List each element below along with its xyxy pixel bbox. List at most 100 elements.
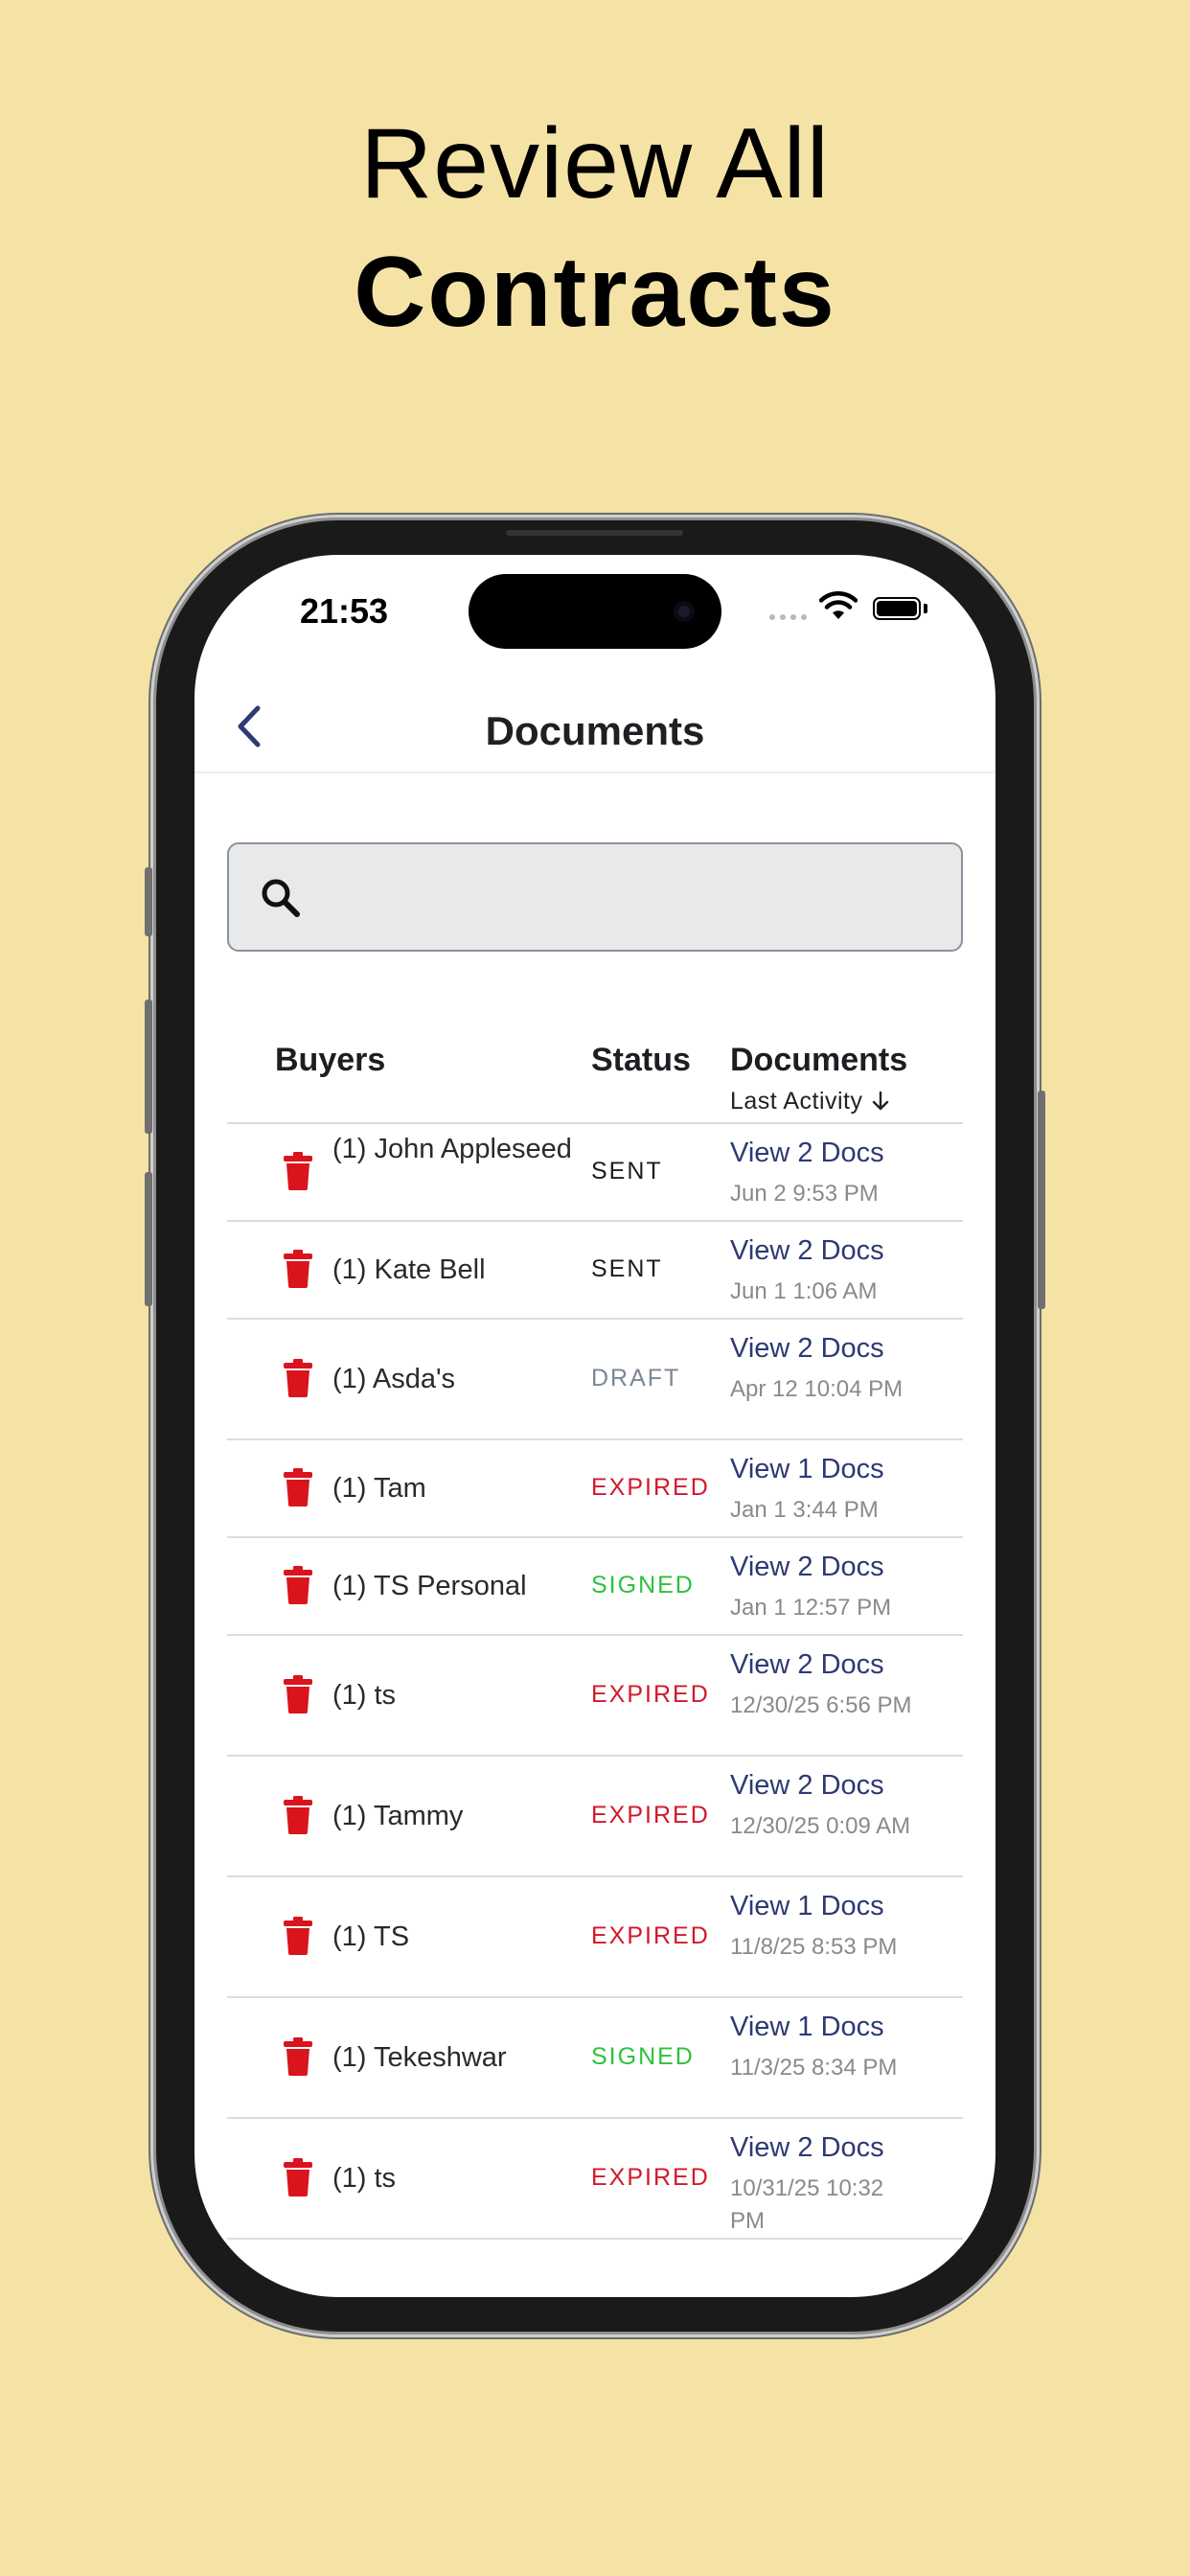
table-row: (1) Tammy EXPIRED View 2 Docs 12/30/25 0:09…	[227, 1757, 963, 1877]
view-docs-link[interactable]: View 2 Docs	[730, 1649, 884, 1681]
last-activity-date: 12/30/25 6:56 PM	[730, 1692, 912, 1718]
cellular-signal-icon	[769, 614, 807, 620]
trash-icon	[284, 1566, 312, 1604]
view-docs-link[interactable]: View 2 Docs	[730, 1552, 884, 1583]
table-body: (1) John Appleseed SENT View 2 Docs Jun 2 9…	[227, 1124, 963, 2240]
sort-label: Last Activity	[730, 1088, 863, 1115]
buyer-name: (1) John Appleseed	[332, 1134, 572, 1164]
view-docs-link[interactable]: View 2 Docs	[730, 1138, 884, 1169]
buyer-name: (1) ts	[332, 1680, 397, 1711]
phone-frame: 21:53 Documents Buyers Status Documents …	[145, 520, 1045, 2332]
sort-control[interactable]: Last Activity	[730, 1088, 889, 1116]
table-row: (1) Kate Bell SENT View 2 Docs Jun 1 1:06 A…	[227, 1222, 963, 1320]
last-activity-date: Jun 2 9:53 PM	[730, 1181, 879, 1207]
buyer-name: (1) TS	[332, 1921, 410, 1952]
buyer-name: (1) Tam	[332, 1473, 426, 1504]
battery-icon	[873, 597, 921, 620]
view-docs-link[interactable]: View 2 Docs	[730, 2132, 884, 2164]
earpiece	[506, 530, 683, 536]
trash-icon	[284, 1675, 312, 1714]
trash-icon	[284, 2037, 312, 2076]
table-row: (1) ts EXPIRED View 2 Docs 10/31/25 10:32 P…	[227, 2119, 963, 2240]
delete-button[interactable]	[283, 1565, 313, 1610]
delete-button[interactable]	[283, 1358, 313, 1403]
trash-icon	[284, 2158, 312, 2196]
status-badge: DRAFT	[591, 1365, 681, 1392]
delete-button[interactable]	[283, 1249, 313, 1294]
battery-tip	[924, 604, 927, 613]
trash-icon	[284, 1250, 312, 1288]
last-activity-date: Jun 1 1:06 AM	[730, 1278, 878, 1304]
arrow-down-icon	[872, 1091, 889, 1111]
documents-table: Buyers Status Documents Last Activity (1…	[227, 1024, 963, 2240]
camera-icon	[674, 601, 695, 622]
buyer-name: (1) Tekeshwar	[332, 2042, 507, 2073]
table-row: (1) ts EXPIRED View 2 Docs 12/30/25 6:56 PM	[227, 1636, 963, 1757]
wifi-icon	[819, 591, 858, 619]
last-activity-date: 12/30/25 0:09 AM	[730, 1813, 911, 1839]
phone-screen: 21:53 Documents Buyers Status Documents …	[195, 555, 995, 2297]
view-docs-link[interactable]: View 2 Docs	[730, 1333, 884, 1365]
status-badge: EXPIRED	[591, 1922, 710, 1949]
table-row: (1) TS EXPIRED View 1 Docs 11/8/25 8:53 PM	[227, 1877, 963, 1998]
view-docs-link[interactable]: View 1 Docs	[730, 1891, 884, 1922]
delete-button[interactable]	[283, 1467, 313, 1512]
last-activity-date: Jan 1 3:44 PM	[730, 1497, 879, 1523]
trash-icon	[284, 1917, 312, 1955]
search-input[interactable]	[315, 863, 942, 932]
trash-icon	[284, 1796, 312, 1834]
delete-button[interactable]	[283, 2157, 313, 2202]
volume-down-button	[145, 1172, 152, 1306]
trash-icon	[284, 1359, 312, 1397]
buyer-name: (1) TS Personal	[332, 1571, 527, 1601]
view-docs-link[interactable]: View 2 Docs	[730, 1770, 884, 1802]
buyer-name: (1) Tammy	[332, 1801, 464, 1831]
status-badge: EXPIRED	[591, 1681, 710, 1708]
action-button	[145, 867, 152, 936]
trash-icon	[284, 1152, 312, 1190]
status-badge: SENT	[591, 1255, 663, 1282]
dynamic-island	[469, 574, 721, 649]
last-activity-date: 11/3/25 8:34 PM	[730, 2055, 898, 2081]
search-box[interactable]	[227, 842, 963, 952]
buyer-name: (1) Asda's	[332, 1364, 456, 1394]
status-badge: SIGNED	[591, 1572, 695, 1598]
last-activity-date: Jan 1 12:57 PM	[730, 1595, 892, 1621]
table-row: (1) John Appleseed SENT View 2 Docs Jun 2 9…	[227, 1124, 963, 1222]
navigation-bar: Documents	[195, 679, 995, 773]
status-badge: EXPIRED	[591, 1802, 710, 1828]
page-title: Documents	[485, 708, 705, 753]
table-row: (1) Tam EXPIRED View 1 Docs Jan 1 3:44 PM	[227, 1440, 963, 1538]
view-docs-link[interactable]: View 1 Docs	[730, 2012, 884, 2043]
delete-button[interactable]	[283, 1151, 313, 1196]
headline-line-2: Contracts	[354, 237, 836, 348]
buyer-name: (1) ts	[332, 2163, 397, 2194]
status-badge: SIGNED	[591, 2043, 695, 2070]
column-header-buyers[interactable]: Buyers	[275, 1042, 385, 1079]
delete-button[interactable]	[283, 1916, 313, 1961]
table-row: (1) Asda's DRAFT View 2 Docs Apr 12 10:04 P…	[227, 1320, 963, 1440]
status-badge: SENT	[591, 1158, 663, 1184]
search-icon	[262, 879, 300, 917]
delete-button[interactable]	[283, 1795, 313, 1840]
view-docs-link[interactable]: View 1 Docs	[730, 1454, 884, 1485]
table-row: (1) Tekeshwar SIGNED View 1 Docs 11/3/25 8:…	[227, 1998, 963, 2119]
table-header: Buyers Status Documents Last Activity	[227, 1024, 963, 1124]
view-docs-link[interactable]: View 2 Docs	[730, 1235, 884, 1267]
status-time: 21:53	[300, 591, 389, 631]
status-badge: EXPIRED	[591, 1474, 710, 1501]
delete-button[interactable]	[283, 1674, 313, 1719]
status-badge: EXPIRED	[591, 2164, 710, 2191]
table-row: (1) TS Personal SIGNED View 2 Docs Jan 1 12…	[227, 1538, 963, 1636]
volume-up-button	[145, 1000, 152, 1134]
buyer-name: (1) Kate Bell	[332, 1254, 486, 1285]
last-activity-date: Apr 12 10:04 PM	[730, 1376, 904, 1402]
column-header-documents[interactable]: Documents	[730, 1042, 907, 1079]
last-activity-date: 11/8/25 8:53 PM	[730, 1934, 898, 1960]
last-activity-date: 10/31/25 10:32 PM	[730, 2175, 884, 2234]
power-button	[1038, 1091, 1045, 1309]
delete-button[interactable]	[283, 2036, 313, 2082]
column-header-status[interactable]: Status	[591, 1042, 691, 1079]
trash-icon	[284, 1468, 312, 1506]
headline-line-1: Review All	[360, 108, 830, 219]
